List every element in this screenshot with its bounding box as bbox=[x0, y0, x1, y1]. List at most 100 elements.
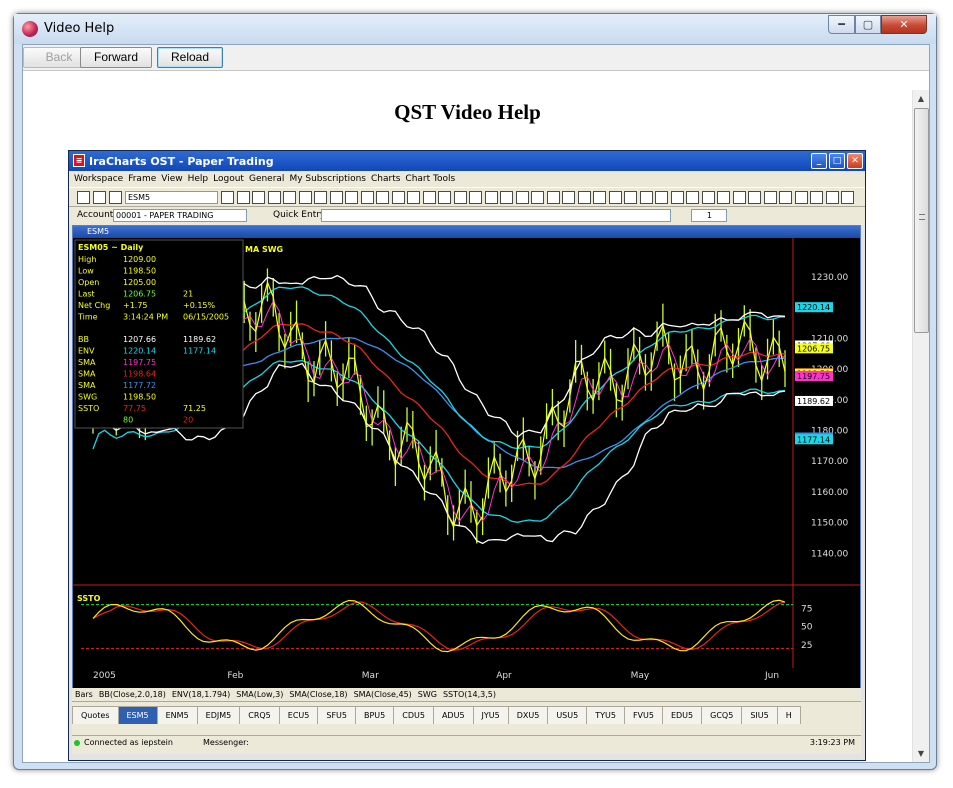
tool-button-icon bbox=[77, 191, 90, 204]
data-row-extra: 06/15/2005 bbox=[183, 313, 229, 322]
indicator-label: SSTO bbox=[78, 404, 99, 413]
symbol-tab: TYU5 bbox=[586, 706, 625, 724]
tool-button-icon bbox=[360, 191, 374, 204]
vertical-scrollbar[interactable]: ▲ ▼ bbox=[912, 90, 929, 762]
quick-entry-label: Quick Entry: bbox=[273, 210, 328, 220]
symbol-tab: Quotes bbox=[72, 706, 119, 724]
ssto-tick-label: 75 bbox=[801, 604, 812, 614]
indicator-value-2: 1189.62 bbox=[183, 335, 216, 344]
data-row-label: Last bbox=[78, 290, 95, 299]
tool-button-icon bbox=[701, 191, 715, 204]
scroll-down-arrow-icon[interactable]: ▼ bbox=[913, 745, 929, 762]
indicator-value: 80 bbox=[123, 416, 133, 425]
symbol-tab: BPU5 bbox=[354, 706, 395, 724]
app-logo-icon: ≡ bbox=[73, 154, 85, 167]
symbol-tab: CDU5 bbox=[393, 706, 434, 724]
app-menu-item: Frame bbox=[128, 174, 157, 184]
tool-button-icon bbox=[608, 191, 622, 204]
legend-item: SSTO(14,3,5) bbox=[442, 690, 496, 699]
tool-button-icon bbox=[314, 191, 327, 204]
tool-button-icon bbox=[453, 191, 467, 204]
tool-button-icon bbox=[500, 191, 513, 204]
y-tick-label: 1150.00 bbox=[811, 519, 848, 529]
symbol-tab: JYU5 bbox=[472, 706, 509, 724]
app-icon bbox=[22, 21, 38, 37]
symbol-tab: SIU5 bbox=[741, 706, 778, 724]
account-label: Account: bbox=[77, 210, 117, 220]
video-screenshot[interactable]: ≡ IraCharts OST - Paper Trading _ □ ✕ Wo… bbox=[68, 150, 866, 761]
app-menu-item: Chart Tools bbox=[405, 174, 456, 184]
data-row-value: +1.75 bbox=[123, 301, 148, 310]
tool-button-icon bbox=[376, 191, 389, 204]
symbol-tab: GCQ5 bbox=[701, 706, 743, 724]
maximize-button[interactable]: ▢ bbox=[855, 15, 881, 34]
y-tick-label: 1140.00 bbox=[811, 549, 848, 559]
app-status-bar: Connected as iepstein Messenger: 3:19:23… bbox=[72, 735, 861, 750]
app-maximize-icon: □ bbox=[829, 153, 845, 169]
legend-item: ENV(18,1.794) bbox=[171, 690, 231, 699]
reload-button[interactable]: Reload bbox=[157, 47, 223, 68]
scroll-thumb[interactable] bbox=[914, 108, 929, 333]
symbol-tab: EDU5 bbox=[661, 706, 703, 724]
x-tick-label: 2005 bbox=[93, 671, 116, 681]
y-tick-label: 1160.00 bbox=[811, 488, 848, 498]
forward-button[interactable]: Forward bbox=[80, 47, 152, 68]
legend-item: SMA(Low,3) bbox=[236, 690, 284, 699]
ssto-tick-label: 50 bbox=[801, 623, 813, 633]
tool-button-icon bbox=[639, 191, 653, 204]
indicator-value: 1177.72 bbox=[123, 381, 156, 390]
data-row-label: Open bbox=[78, 278, 99, 287]
data-row-extra: +0.15% bbox=[183, 301, 216, 310]
chart-window-title: ESM5 bbox=[73, 226, 860, 238]
legend-item: SWG bbox=[417, 690, 437, 699]
indicator-label: BB bbox=[78, 335, 89, 344]
x-tick-label: May bbox=[631, 671, 650, 681]
x-tick-label: Feb bbox=[227, 671, 243, 681]
legend-item: SMA(Close,18) bbox=[289, 690, 348, 699]
app-menu-item: Charts bbox=[371, 174, 401, 184]
data-row-value: 3:14:24 PM bbox=[123, 313, 168, 322]
x-tick-label: Jun bbox=[764, 671, 779, 681]
data-row-value: 1206.75 bbox=[123, 290, 156, 299]
symbol-tab: ENM5 bbox=[156, 706, 198, 724]
app-close-icon: ✕ bbox=[847, 153, 863, 169]
indicator-value: 77.75 bbox=[123, 404, 146, 413]
app-menu-item: General bbox=[248, 174, 285, 184]
browser-content: Back Forward Reload QST Video Help ▲ ▼ ≡… bbox=[22, 44, 930, 763]
tool-button-icon bbox=[810, 191, 823, 204]
price-tag-label: 1220.14 bbox=[797, 303, 830, 312]
data-row-value: 1209.00 bbox=[123, 255, 156, 264]
price-chart: 1230.001210.001200.001190.001180.001170.… bbox=[73, 238, 860, 688]
y-tick-label: 1230.00 bbox=[811, 273, 848, 283]
symbol-tab: ADU5 bbox=[432, 706, 474, 724]
indicator-legend: Bars BB(Close,2.0,18) ENV(18,1.794) SMA(Low… bbox=[72, 688, 861, 702]
indicator-value: 1207.66 bbox=[123, 335, 156, 344]
tool-button-icon bbox=[562, 191, 575, 204]
symbol-tab: ESM5 bbox=[117, 706, 158, 724]
indicator-label: ENV bbox=[78, 347, 95, 356]
price-tag-label: 1206.75 bbox=[797, 344, 830, 353]
page-title: QST Video Help bbox=[394, 100, 541, 124]
symbol-tab: ECU5 bbox=[278, 706, 319, 724]
app-title-bar: ≡ IraCharts OST - Paper Trading _ □ ✕ bbox=[69, 151, 865, 171]
legend-item: SMA(Close,45) bbox=[353, 690, 412, 699]
data-row-value: 1198.50 bbox=[123, 267, 156, 276]
data-row-label: Low bbox=[78, 267, 94, 276]
close-button[interactable]: ✕ bbox=[881, 15, 927, 34]
tool-button-icon bbox=[655, 191, 668, 204]
tool-button-icon bbox=[593, 191, 606, 204]
y-tick-label: 1170.00 bbox=[811, 457, 848, 467]
tool-button-icon bbox=[236, 191, 250, 204]
tool-button-icon bbox=[391, 191, 405, 204]
tool-button-icon bbox=[577, 191, 591, 204]
tool-button-icon bbox=[624, 191, 637, 204]
app-menu-item: Workspace bbox=[74, 174, 124, 184]
tool-button-icon bbox=[732, 191, 746, 204]
symbol-tabs: Quotes ESM5 ENM5 EDJM5 CRQ5 ECU5 SFU5 BPU5 CDU5 A… bbox=[72, 706, 861, 726]
minimize-button[interactable]: ━ bbox=[828, 15, 855, 34]
indicator-value-2: 20 bbox=[183, 416, 193, 425]
scroll-up-arrow-icon[interactable]: ▲ bbox=[913, 90, 929, 107]
account-select: 00001 - PAPER TRADING bbox=[113, 209, 247, 222]
indicator-value: 1220.14 bbox=[123, 347, 156, 356]
app-menu-item: Help bbox=[187, 174, 209, 184]
